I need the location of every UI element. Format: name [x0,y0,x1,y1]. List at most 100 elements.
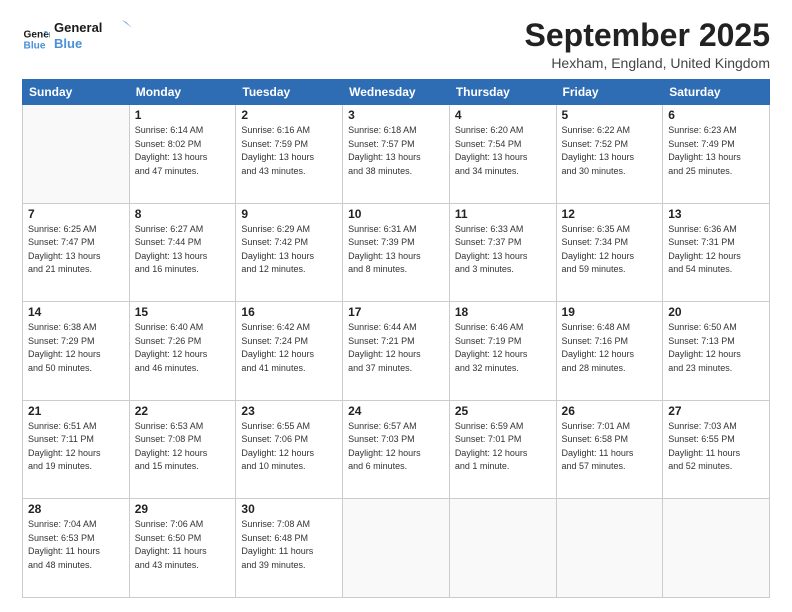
day-info: Sunrise: 6:38 AMSunset: 7:29 PMDaylight:… [28,321,124,375]
logo: General Blue General Blue [22,18,134,59]
header: General Blue General Blue September 2025… [22,18,770,71]
day-info: Sunrise: 7:01 AMSunset: 6:58 PMDaylight:… [562,420,658,474]
calendar-cell: 12Sunrise: 6:35 AMSunset: 7:34 PMDayligh… [556,203,663,302]
svg-text:General: General [24,29,50,40]
day-info: Sunrise: 6:22 AMSunset: 7:52 PMDaylight:… [562,124,658,178]
day-info: Sunrise: 6:33 AMSunset: 7:37 PMDaylight:… [455,223,551,277]
day-number: 24 [348,404,444,418]
day-number: 30 [241,502,337,516]
calendar-cell: 1Sunrise: 6:14 AMSunset: 8:02 PMDaylight… [129,105,236,204]
day-info: Sunrise: 7:06 AMSunset: 6:50 PMDaylight:… [135,518,231,572]
day-info: Sunrise: 6:20 AMSunset: 7:54 PMDaylight:… [455,124,551,178]
col-sunday: Sunday [23,80,130,105]
page: General Blue General Blue September 2025… [0,0,792,612]
day-number: 18 [455,305,551,319]
calendar-cell: 2Sunrise: 6:16 AMSunset: 7:59 PMDaylight… [236,105,343,204]
calendar-cell: 20 Sunrise: 6:50 AMSunset: 7:13 PMDayligh… [663,302,770,401]
day-info: Sunrise: 6:31 AMSunset: 7:39 PMDaylight:… [348,223,444,277]
calendar-cell [23,105,130,204]
day-number: 7 [28,207,124,221]
week-row-2: 7 Sunrise: 6:25 AMSunset: 7:47 PMDaylight… [23,203,770,302]
day-number: 15 [135,305,231,319]
calendar-cell: 11 Sunrise: 6:33 AMSunset: 7:37 PMDayligh… [449,203,556,302]
day-number: 5 [562,108,658,122]
day-info: Sunrise: 6:57 AMSunset: 7:03 PMDaylight:… [348,420,444,474]
day-number: 14 [28,305,124,319]
calendar-cell: 15Sunrise: 6:40 AMSunset: 7:26 PMDayligh… [129,302,236,401]
week-row-4: 21 Sunrise: 6:51 AMSunset: 7:11 PMDayligh… [23,400,770,499]
calendar-cell: 19 Sunrise: 6:48 AMSunset: 7:16 PMDayligh… [556,302,663,401]
calendar-cell: 22Sunrise: 6:53 AMSunset: 7:08 PMDayligh… [129,400,236,499]
day-info: Sunrise: 7:04 AMSunset: 6:53 PMDaylight:… [28,518,124,572]
day-number: 17 [348,305,444,319]
week-row-3: 14 Sunrise: 6:38 AMSunset: 7:29 PMDayligh… [23,302,770,401]
day-info: Sunrise: 6:51 AMSunset: 7:11 PMDaylight:… [28,420,124,474]
col-friday: Friday [556,80,663,105]
day-number: 25 [455,404,551,418]
calendar-cell: 27Sunrise: 7:03 AMSunset: 6:55 PMDayligh… [663,400,770,499]
day-info: Sunrise: 6:46 AMSunset: 7:19 PMDaylight:… [455,321,551,375]
day-number: 9 [241,207,337,221]
day-number: 4 [455,108,551,122]
calendar-cell: 14 Sunrise: 6:38 AMSunset: 7:29 PMDayligh… [23,302,130,401]
calendar-cell: 4 Sunrise: 6:20 AMSunset: 7:54 PMDaylight… [449,105,556,204]
calendar-cell: 8Sunrise: 6:27 AMSunset: 7:44 PMDaylight… [129,203,236,302]
day-info: Sunrise: 6:25 AMSunset: 7:47 PMDaylight:… [28,223,124,277]
calendar-cell: 18 Sunrise: 6:46 AMSunset: 7:19 PMDayligh… [449,302,556,401]
col-tuesday: Tuesday [236,80,343,105]
day-number: 21 [28,404,124,418]
calendar-header-row: Sunday Monday Tuesday Wednesday Thursday… [23,80,770,105]
calendar-cell: 25 Sunrise: 6:59 AMSunset: 7:01 PMDayligh… [449,400,556,499]
logo-icon: General Blue [22,25,50,53]
day-info: Sunrise: 6:59 AMSunset: 7:01 PMDaylight:… [455,420,551,474]
svg-text:Blue: Blue [54,36,82,51]
calendar-cell [343,499,450,598]
svg-text:Blue: Blue [24,40,46,51]
day-info: Sunrise: 6:27 AMSunset: 7:44 PMDaylight:… [135,223,231,277]
calendar-cell: 7 Sunrise: 6:25 AMSunset: 7:47 PMDaylight… [23,203,130,302]
day-info: Sunrise: 6:29 AMSunset: 7:42 PMDaylight:… [241,223,337,277]
day-number: 3 [348,108,444,122]
calendar-cell: 13 Sunrise: 6:36 AMSunset: 7:31 PMDayligh… [663,203,770,302]
day-number: 27 [668,404,764,418]
calendar-table: Sunday Monday Tuesday Wednesday Thursday… [22,79,770,598]
calendar-cell: 9 Sunrise: 6:29 AMSunset: 7:42 PMDaylight… [236,203,343,302]
day-number: 29 [135,502,231,516]
calendar-cell: 23Sunrise: 6:55 AMSunset: 7:06 PMDayligh… [236,400,343,499]
calendar-cell: 17 Sunrise: 6:44 AMSunset: 7:21 PMDayligh… [343,302,450,401]
calendar-cell: 10 Sunrise: 6:31 AMSunset: 7:39 PMDayligh… [343,203,450,302]
day-number: 10 [348,207,444,221]
day-info: Sunrise: 6:16 AMSunset: 7:59 PMDaylight:… [241,124,337,178]
day-number: 12 [562,207,658,221]
location-subtitle: Hexham, England, United Kingdom [525,55,770,71]
week-row-5: 28Sunrise: 7:04 AMSunset: 6:53 PMDayligh… [23,499,770,598]
day-number: 11 [455,207,551,221]
calendar-cell: 30Sunrise: 7:08 AMSunset: 6:48 PMDayligh… [236,499,343,598]
calendar-cell: 3Sunrise: 6:18 AMSunset: 7:57 PMDaylight… [343,105,450,204]
col-saturday: Saturday [663,80,770,105]
svg-text:General: General [54,20,102,35]
day-info: Sunrise: 6:36 AMSunset: 7:31 PMDaylight:… [668,223,764,277]
day-number: 20 [668,305,764,319]
day-number: 1 [135,108,231,122]
calendar-cell: 5 Sunrise: 6:22 AMSunset: 7:52 PMDaylight… [556,105,663,204]
calendar-cell [663,499,770,598]
day-number: 22 [135,404,231,418]
col-thursday: Thursday [449,80,556,105]
calendar-cell: 24 Sunrise: 6:57 AMSunset: 7:03 PMDayligh… [343,400,450,499]
day-number: 6 [668,108,764,122]
day-info: Sunrise: 6:55 AMSunset: 7:06 PMDaylight:… [241,420,337,474]
day-number: 16 [241,305,337,319]
month-title: September 2025 [525,18,770,53]
day-number: 13 [668,207,764,221]
calendar-cell [556,499,663,598]
day-info: Sunrise: 6:44 AMSunset: 7:21 PMDaylight:… [348,321,444,375]
week-row-1: 1Sunrise: 6:14 AMSunset: 8:02 PMDaylight… [23,105,770,204]
day-number: 19 [562,305,658,319]
title-block: September 2025 Hexham, England, United K… [525,18,770,71]
day-info: Sunrise: 6:48 AMSunset: 7:16 PMDaylight:… [562,321,658,375]
calendar-cell: 21 Sunrise: 6:51 AMSunset: 7:11 PMDayligh… [23,400,130,499]
calendar-cell: 29 Sunrise: 7:06 AMSunset: 6:50 PMDayligh… [129,499,236,598]
day-info: Sunrise: 6:50 AMSunset: 7:13 PMDaylight:… [668,321,764,375]
calendar-cell [449,499,556,598]
